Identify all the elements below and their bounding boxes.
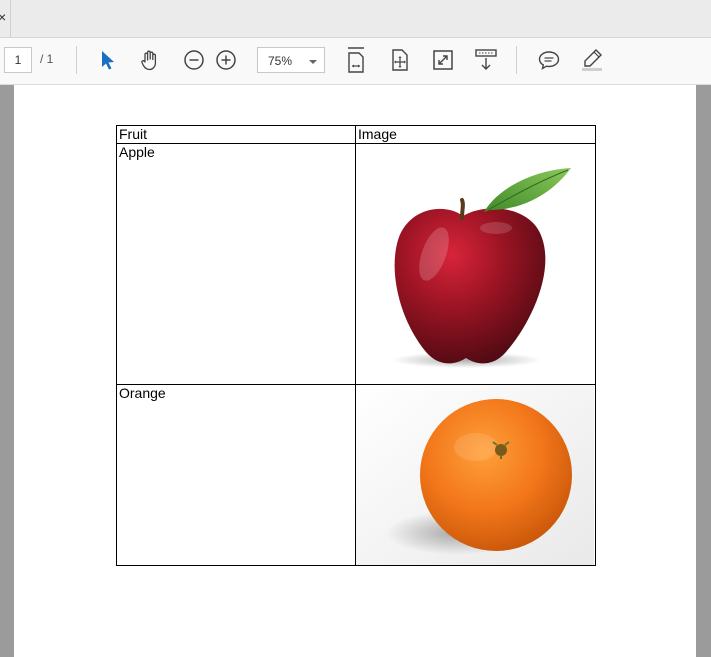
page-number-input[interactable]: 1	[4, 47, 32, 73]
page-total-label: / 1	[40, 52, 54, 66]
select-arrow-icon[interactable]	[94, 46, 122, 74]
fruit-name-orange: Orange	[116, 384, 356, 566]
orange-image	[355, 384, 596, 566]
highlight-icon[interactable]	[578, 46, 606, 74]
fullscreen-icon[interactable]	[429, 46, 457, 74]
apple-image	[355, 143, 596, 385]
toolbar-divider	[516, 46, 517, 74]
chevron-down-icon	[308, 54, 318, 72]
close-tab-icon[interactable]: ×	[0, 9, 6, 25]
comment-icon[interactable]	[535, 46, 563, 74]
tab-bar: ×	[0, 0, 711, 38]
fit-page-icon[interactable]	[342, 46, 370, 74]
pdf-page: Fruit Image Apple Orange	[14, 85, 696, 657]
pdf-toolbar: 1 / 1 75%	[0, 38, 711, 85]
fruit-name-apple: Apple	[116, 143, 356, 385]
right-gutter	[696, 85, 711, 657]
left-gutter	[0, 85, 14, 657]
tab-divider	[10, 0, 11, 37]
zoom-out-icon[interactable]	[180, 46, 208, 74]
rotate-page-icon[interactable]	[386, 46, 414, 74]
scroll-mode-icon[interactable]	[472, 46, 500, 74]
column-header-fruit: Fruit	[116, 125, 356, 144]
hand-icon[interactable]	[136, 46, 164, 74]
zoom-in-icon[interactable]	[212, 46, 240, 74]
fruit-table: Fruit Image Apple Orange	[116, 125, 596, 566]
table-row: Orange	[116, 384, 596, 566]
column-header-image: Image	[355, 125, 596, 144]
zoom-select[interactable]: 75%	[257, 47, 325, 73]
zoom-value: 75%	[268, 54, 293, 68]
table-row: Apple	[116, 143, 596, 385]
toolbar-divider	[76, 46, 77, 74]
